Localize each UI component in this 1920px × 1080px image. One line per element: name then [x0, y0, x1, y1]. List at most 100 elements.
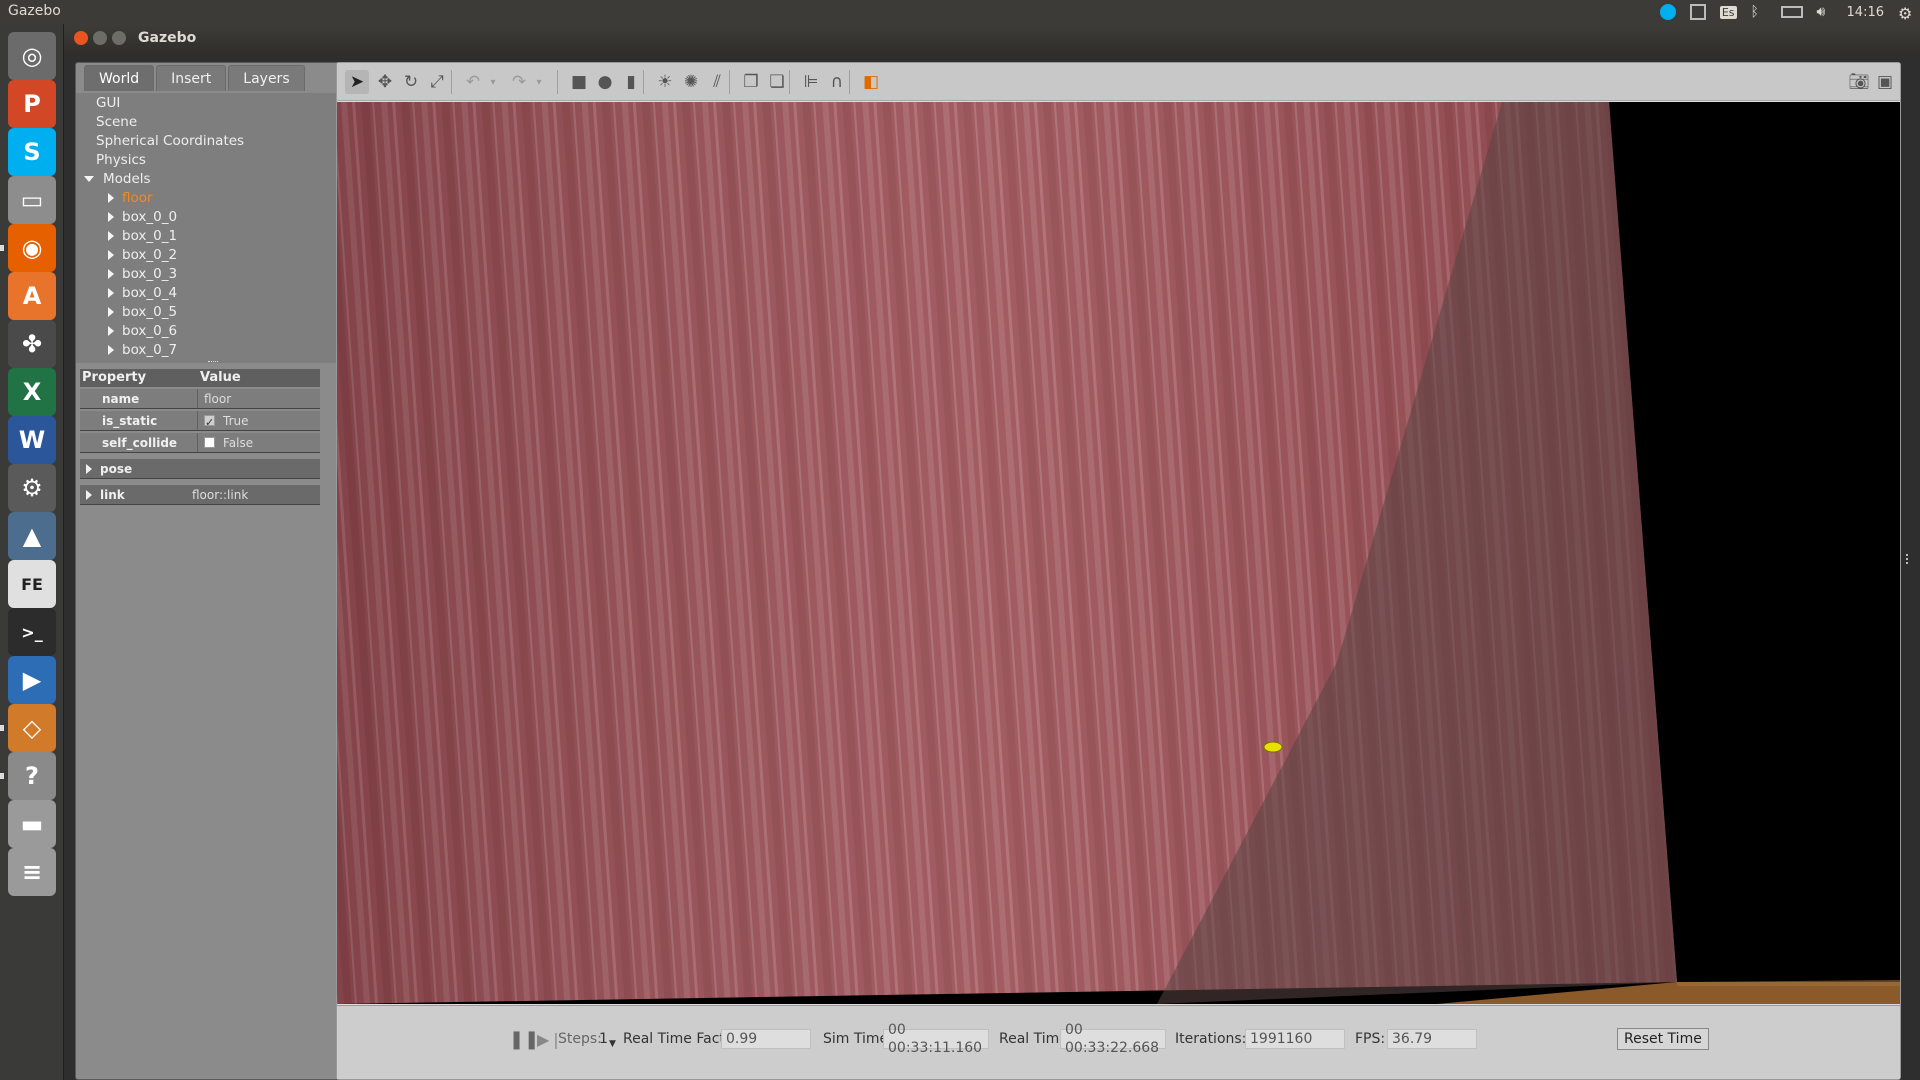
value-column-header: Value — [200, 370, 241, 385]
scale-icon[interactable]: ⤢ — [425, 70, 449, 94]
select-arrow-icon[interactable]: ➤ — [345, 70, 369, 94]
tree-model-item[interactable]: box_0_7 — [108, 340, 177, 359]
launcher-drive-icon[interactable]: ▬ — [8, 800, 56, 848]
right-splitter-handle[interactable] — [1906, 554, 1910, 564]
tree-resize-grip[interactable] — [208, 361, 218, 364]
undo-menu-icon[interactable]: ▾ — [487, 70, 499, 94]
3d-viewport[interactable] — [337, 102, 1900, 1004]
paste-icon[interactable]: ❏ — [765, 70, 789, 94]
property-value: floor — [204, 391, 232, 406]
expand-arrow-icon[interactable] — [108, 192, 114, 203]
workspace-switcher-icon[interactable] — [1689, 4, 1706, 20]
translate-icon[interactable]: ✥ — [373, 70, 397, 94]
launcher-powerpoint-icon[interactable]: P — [8, 80, 56, 128]
clock[interactable]: 14:16 — [1847, 5, 1884, 20]
snap-icon[interactable]: ∩ — [825, 70, 849, 94]
tree-model-item[interactable]: box_0_8 — [108, 359, 177, 364]
launcher-word-icon[interactable]: W — [8, 416, 56, 464]
skype-tray-icon[interactable] — [1659, 4, 1676, 20]
launcher-pinwheel-icon[interactable]: ✤ — [8, 320, 56, 368]
redo-menu-icon[interactable]: ▾ — [533, 70, 545, 94]
property-group-label: link — [100, 487, 125, 502]
align-icon[interactable]: ⊫ — [799, 70, 823, 94]
undo-icon[interactable]: ↶ — [461, 70, 485, 94]
redo-icon[interactable]: ↷ — [507, 70, 531, 94]
tree-item-label: Physics — [96, 151, 146, 168]
expand-arrow-icon[interactable] — [108, 325, 114, 336]
keyboard-layout-indicator[interactable]: Es — [1719, 5, 1737, 19]
volume-icon[interactable]: 🔊︎ — [1817, 4, 1833, 20]
self-collide-checkbox[interactable] — [204, 437, 215, 448]
toolbar-separator — [729, 70, 730, 94]
view-angle-icon[interactable]: ◧ — [859, 70, 883, 94]
tree-item[interactable]: Spherical Coordinates — [96, 131, 244, 150]
reset-time-button[interactable]: Reset Time — [1617, 1028, 1709, 1050]
launcher-media-player-icon[interactable]: ▶ — [8, 656, 56, 704]
property-group-pose[interactable]: pose — [80, 459, 320, 479]
tree-model-item[interactable]: box_0_6 — [108, 321, 177, 340]
bluetooth-icon[interactable]: ᛒ — [1751, 4, 1767, 20]
tab-insert[interactable]: Insert — [156, 65, 227, 91]
launcher-ubuntu-dash-icon[interactable]: ◎ — [8, 32, 56, 80]
is-static-checkbox[interactable] — [204, 413, 215, 433]
collapse-arrow-icon[interactable] — [84, 175, 94, 182]
tree-model-item[interactable]: box_0_4 — [108, 283, 177, 302]
cylinder-icon[interactable]: ▮ — [619, 70, 643, 94]
sphere-icon[interactable]: ● — [593, 70, 617, 94]
tree-item[interactable]: GUI — [96, 93, 120, 112]
point-light-icon[interactable]: ☀ — [653, 70, 677, 94]
launcher-software-center-icon[interactable]: A — [8, 272, 56, 320]
tree-item[interactable]: Physics — [96, 150, 146, 169]
expand-arrow-icon[interactable] — [108, 268, 114, 279]
tree-model-item[interactable]: box_0_3 — [108, 264, 177, 283]
expand-arrow-icon[interactable] — [108, 211, 114, 222]
launcher-system-settings-icon[interactable]: ⚙ — [8, 464, 56, 512]
tree-model-item[interactable]: box_0_5 — [108, 302, 177, 321]
tree-model-item[interactable]: floor — [108, 188, 153, 207]
expand-arrow-icon[interactable] — [108, 344, 114, 355]
maximize-window-button[interactable] — [112, 31, 126, 45]
tree-item[interactable]: Scene — [96, 112, 137, 131]
pause-button[interactable]: ❚❚ — [509, 1029, 539, 1050]
launcher-ps-editor-icon[interactable]: FE — [8, 560, 56, 608]
window-titlebar[interactable]: Gazebo — [64, 24, 1920, 52]
property-key: name — [80, 389, 198, 408]
launcher-gazebo-icon[interactable]: ◇ — [8, 704, 56, 752]
spot-light-icon[interactable]: ✺ — [679, 70, 703, 94]
selected-model-object[interactable] — [1263, 741, 1283, 753]
world-tree[interactable]: GUI Scene Spherical Coordinates Physics Mode… — [76, 93, 376, 363]
launcher-skype-icon[interactable]: S — [8, 128, 56, 176]
tree-model-label: box_0_8 — [122, 361, 177, 364]
directional-light-icon[interactable]: ⫽ — [705, 70, 729, 94]
property-group-link[interactable]: link floor::link — [80, 485, 320, 505]
expand-arrow-icon[interactable] — [108, 287, 114, 298]
expand-arrow-icon[interactable] — [108, 230, 114, 241]
box-icon[interactable]: ■ — [567, 70, 591, 94]
launcher-files-icon[interactable]: ▭ — [8, 176, 56, 224]
tree-item-models[interactable]: Models — [84, 169, 151, 188]
launcher-workspaces-icon[interactable]: ≡ — [8, 848, 56, 896]
screenshot-camera-icon[interactable]: 📷︎ — [1847, 70, 1871, 94]
expand-arrow-icon[interactable] — [108, 306, 114, 317]
tree-model-item[interactable]: box_0_0 — [108, 207, 177, 226]
real-time-factor-field: 0.99 — [721, 1029, 811, 1049]
battery-icon[interactable] — [1780, 6, 1803, 18]
system-gear-icon[interactable]: ⚙ — [1898, 4, 1914, 23]
launcher-matlab-icon[interactable]: ▲ — [8, 512, 56, 560]
tab-world[interactable]: World — [84, 65, 155, 91]
minimize-window-button[interactable] — [93, 31, 107, 45]
copy-icon[interactable]: ❐ — [739, 70, 763, 94]
tree-model-item[interactable]: box_0_2 — [108, 245, 177, 264]
close-window-button[interactable] — [74, 31, 88, 45]
tree-model-item[interactable]: box_0_1 — [108, 226, 177, 245]
steps-value[interactable]: 1 — [599, 1029, 608, 1049]
launcher-terminal-icon[interactable]: >_ — [8, 608, 56, 656]
tab-layers[interactable]: Layers — [228, 65, 305, 91]
launcher-firefox-icon[interactable]: ◉ — [8, 224, 56, 272]
expand-arrow-icon[interactable] — [108, 249, 114, 260]
rotate-icon[interactable]: ↻ — [399, 70, 423, 94]
launcher-excel-icon[interactable]: X — [8, 368, 56, 416]
record-log-icon[interactable]: ▣ — [1873, 70, 1897, 94]
launcher-help-icon[interactable]: ? — [8, 752, 56, 800]
steps-dropdown-icon[interactable]: ▼ — [609, 1034, 616, 1054]
